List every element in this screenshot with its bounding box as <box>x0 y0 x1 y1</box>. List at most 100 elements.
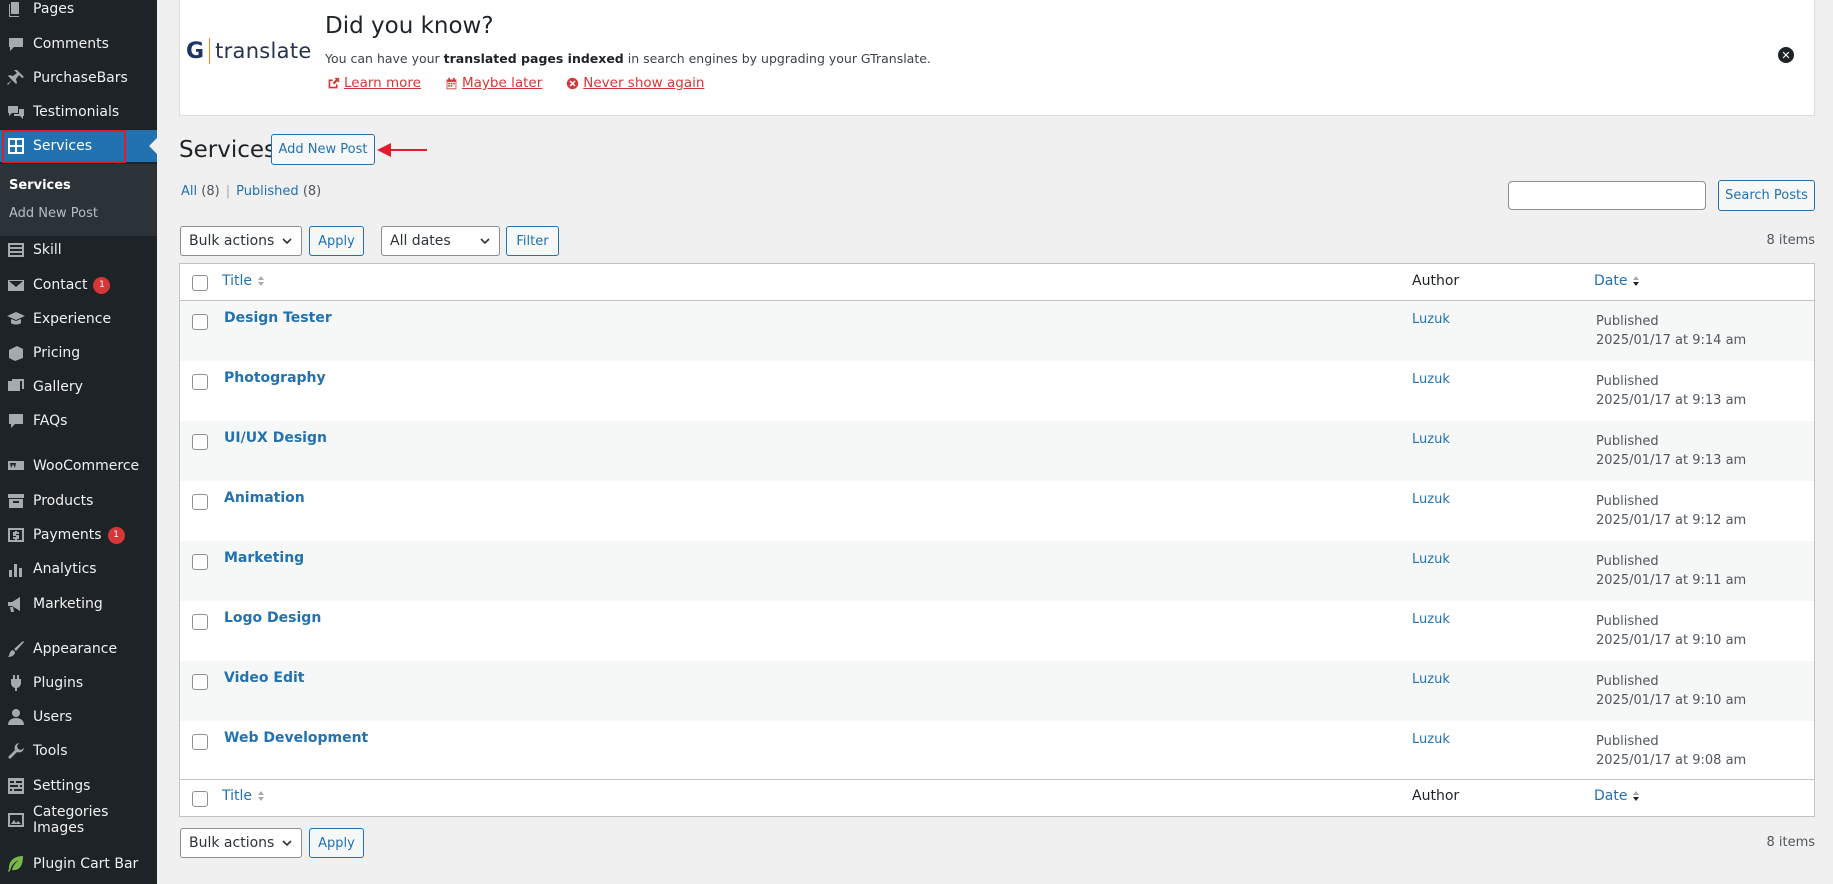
row-checkbox[interactable] <box>192 674 208 690</box>
apply-button-bottom[interactable]: Apply <box>309 828 364 858</box>
sidebar-item-testimonials[interactable]: Testimonials <box>0 96 157 128</box>
author-link[interactable]: Luzuk <box>1412 552 1450 567</box>
logo-g: G <box>186 38 205 64</box>
sidebar-item-pricing[interactable]: Pricing <box>0 337 157 369</box>
author-link[interactable]: Luzuk <box>1412 732 1450 747</box>
sidebar-item-plugins[interactable]: Plugins <box>0 667 157 699</box>
table-row: Web Development Luzuk Published 2025/01/17 … <box>180 721 1814 781</box>
submenu-item-services[interactable]: Services <box>9 178 71 193</box>
sidebar-item-woocommerce[interactable]: WooCommerce <box>0 450 157 482</box>
notice-text-bold: translated pages indexed <box>443 51 624 66</box>
sidebar-item-label: Settings <box>33 778 91 794</box>
row-checkbox[interactable] <box>192 494 208 510</box>
filter-button[interactable]: Filter <box>506 226 559 256</box>
post-title-link[interactable]: Web Development <box>224 730 368 746</box>
sidebar-item-pages[interactable]: Pages <box>0 0 157 25</box>
sort-icon <box>258 791 265 801</box>
filter-published-label: Published <box>236 184 299 199</box>
sidebar-item-categories-images[interactable]: Categories Images <box>0 804 157 836</box>
sort-desc-icon <box>1633 276 1640 286</box>
maybe-later-link[interactable]: Maybe later <box>445 75 542 91</box>
sidebar-item-settings[interactable]: Settings <box>0 770 157 802</box>
post-status: Published <box>1596 674 1659 689</box>
sidebar-item-purchasebars[interactable]: PurchaseBars <box>0 62 157 94</box>
sidebar-item-users[interactable]: Users <box>0 701 157 733</box>
sidebar-item-skill[interactable]: Skill <box>0 234 157 266</box>
row-checkbox[interactable] <box>192 434 208 450</box>
sidebar-item-products[interactable]: Products <box>0 485 157 517</box>
row-checkbox[interactable] <box>192 734 208 750</box>
table-row: Logo Design Luzuk Published 2025/01/17 at 9… <box>180 601 1814 661</box>
sidebar-item-label: Users <box>33 709 73 725</box>
sidebar-item-plugin-cart-bar[interactable]: Plugin Cart Bar <box>0 848 157 880</box>
sidebar-item-contact[interactable]: Contact 1 <box>0 269 157 301</box>
post-status: Published <box>1596 554 1659 569</box>
post-date-cell: Published 2025/01/17 at 9:12 am <box>1596 492 1746 530</box>
sidebar-item-payments[interactable]: Payments 1 <box>0 519 157 551</box>
learn-more-link[interactable]: Learn more <box>327 75 421 91</box>
sidebar-item-label: Plugin Cart Bar <box>33 856 139 872</box>
add-new-post-button[interactable]: Add New Post <box>271 134 375 165</box>
testimonials-icon <box>7 103 25 121</box>
post-status: Published <box>1596 434 1659 449</box>
sidebar-item-label: Marketing <box>33 596 103 612</box>
author-link[interactable]: Luzuk <box>1412 312 1450 327</box>
apply-button[interactable]: Apply <box>309 226 364 256</box>
column-date-footer[interactable]: Date <box>1594 788 1641 804</box>
post-title-link[interactable]: Marketing <box>224 550 304 566</box>
post-date: 2025/01/17 at 9:10 am <box>1596 633 1747 648</box>
sidebar-item-label: Pricing <box>33 345 81 361</box>
user-icon <box>7 708 25 726</box>
column-title-footer[interactable]: Title <box>222 788 266 804</box>
row-checkbox[interactable] <box>192 614 208 630</box>
sidebar-item-experience[interactable]: Experience <box>0 303 157 335</box>
author-link[interactable]: Luzuk <box>1412 432 1450 447</box>
date-filter-select[interactable]: All dates <box>381 226 500 256</box>
post-title-link[interactable]: Design Tester <box>224 310 332 326</box>
select-all-checkbox[interactable] <box>192 275 208 291</box>
post-title-link[interactable]: Logo Design <box>224 610 321 626</box>
sidebar-item-faqs[interactable]: FAQs <box>0 405 157 437</box>
author-link[interactable]: Luzuk <box>1412 612 1450 627</box>
author-link[interactable]: Luzuk <box>1412 492 1450 507</box>
submenu-item-add-new-post[interactable]: Add New Post <box>9 206 98 221</box>
select-all-checkbox-footer[interactable] <box>192 791 208 807</box>
bulk-actions-select[interactable]: Bulk actions <box>180 226 302 256</box>
close-icon[interactable]: ✕ <box>1778 47 1794 63</box>
sidebar-item-label: Comments <box>33 36 109 52</box>
post-date: 2025/01/17 at 9:10 am <box>1596 693 1747 708</box>
author-link[interactable]: Luzuk <box>1412 672 1450 687</box>
sidebar-item-analytics[interactable]: Analytics <box>0 553 157 585</box>
notice-links: Learn more Maybe later Never show again <box>327 75 704 91</box>
sidebar-item-appearance[interactable]: Appearance <box>0 633 157 665</box>
post-title-link[interactable]: UI/UX Design <box>224 430 327 446</box>
sidebar-item-label: Products <box>33 493 94 509</box>
woo-icon <box>7 457 25 475</box>
column-date-header[interactable]: Date <box>1594 273 1641 289</box>
sidebar-item-comments[interactable]: Comments <box>0 28 157 60</box>
post-title-link[interactable]: Photography <box>224 370 326 386</box>
sidebar-item-marketing[interactable]: Marketing <box>0 588 157 620</box>
row-checkbox[interactable] <box>192 314 208 330</box>
filter-all-link[interactable]: All <box>181 184 197 199</box>
post-title-link[interactable]: Animation <box>224 490 305 506</box>
sidebar-item-gallery[interactable]: Gallery <box>0 371 157 403</box>
post-date-cell: Published 2025/01/17 at 9:13 am <box>1596 372 1746 410</box>
bulk-actions-select-bottom[interactable]: Bulk actions <box>180 828 302 858</box>
filter-published-link[interactable]: Published <box>236 184 299 199</box>
bulk-actions-label-bottom: Bulk actions <box>189 835 275 851</box>
row-checkbox[interactable] <box>192 374 208 390</box>
row-checkbox[interactable] <box>192 554 208 570</box>
graduation-icon <box>7 310 25 328</box>
search-posts-button[interactable]: Search Posts <box>1718 180 1815 211</box>
sidebar-item-tools[interactable]: Tools <box>0 735 157 767</box>
post-date-cell: Published 2025/01/17 at 9:14 am <box>1596 312 1746 350</box>
never-show-link[interactable]: Never show again <box>566 75 704 91</box>
sidebar-item-label: Skill <box>33 242 62 258</box>
search-input[interactable] <box>1508 181 1706 210</box>
author-link[interactable]: Luzuk <box>1412 372 1450 387</box>
never-show-label: Never show again <box>583 75 705 91</box>
post-date-cell: Published 2025/01/17 at 9:10 am <box>1596 672 1746 710</box>
column-title-header[interactable]: Title <box>222 273 266 289</box>
post-title-link[interactable]: Video Edit <box>224 670 304 686</box>
